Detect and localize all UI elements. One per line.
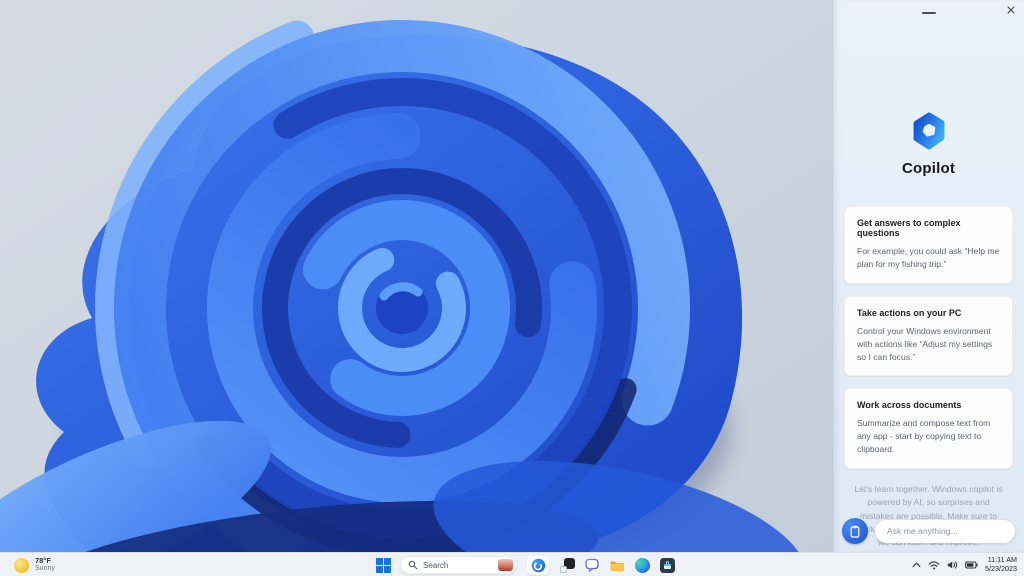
tray-network-button[interactable] [928,560,940,570]
windows-logo-icon [376,557,383,565]
card-body: For example, you could ask “Help me plan… [857,246,1000,269]
close-button[interactable] [1004,3,1018,17]
taskbar-center-icons: Search [376,553,675,576]
search-highlight-thumbnail [498,559,513,571]
taskbar-file-explorer-button[interactable] [609,557,625,573]
start-button[interactable] [376,557,391,573]
taskbar-chat-button[interactable] [584,557,600,573]
sun-icon [14,557,29,573]
card-title: Work across documents [857,400,962,411]
tray-battery-button[interactable] [965,561,978,569]
weather-temperature: 78°F [35,555,51,565]
weather-widget[interactable]: 78°F Sunny [14,553,55,576]
desktop-screen: Copilot Get answers to complex questions… [0,0,1024,576]
tray-overflow-button[interactable] [912,561,921,569]
copilot-panel: Copilot Get answers to complex questions… [832,0,1024,552]
ask-me-anything-input[interactable] [875,519,1015,543]
task-view-icon [559,557,575,573]
speaker-icon [947,561,958,569]
taskbar-copilot-button[interactable] [526,555,550,575]
microsoft-store-icon [659,557,675,573]
chat-bubble-icon [585,558,599,572]
copilot-suggestions: Get answers to complex questions For exa… [844,206,1013,550]
panel-title: Copilot [901,160,956,177]
card-body: Control your Windows environment with ac… [857,325,993,362]
search-placeholder: Search [423,560,449,570]
battery-icon [965,561,978,569]
copilot-logo-icon [910,112,948,150]
taskbar-search-box[interactable]: Search [400,556,517,574]
clipboard-suggestion-button[interactable] [842,518,868,544]
card-title: Get answers to complex questions [857,218,961,238]
taskbar-store-button[interactable] [659,557,675,573]
copilot-icon [531,558,545,572]
minimize-dash-icon [921,12,936,14]
suggestion-card-answers: Get answers to complex questions For exa… [844,206,1013,284]
taskbar-task-view-button[interactable] [559,557,575,573]
wifi-icon [928,561,940,570]
search-icon [408,560,418,570]
chevron-up-icon [912,562,921,567]
system-tray: 11:11 AM 5/23/2023 [912,553,1017,576]
taskbar-edge-button[interactable] [634,557,650,573]
bloom-wallpaper-art [0,0,832,552]
taskbar: 78°F Sunny Search 11:11 AM 5/23/2023 [0,552,1024,576]
tray-date: 5/23/2023 [985,564,1017,573]
clock-widget[interactable]: 11:11 AM 5/23/2023 [985,556,1017,573]
folder-icon [610,561,624,572]
card-body: Summarize and compose text from any app … [857,418,991,455]
desktop-wallpaper [0,0,832,552]
card-title: Take actions on your PC [857,307,962,318]
suggestion-card-actions: Take actions on your PC Control your Win… [844,295,1013,377]
copilot-input-row [842,518,1015,544]
weather-condition: Sunny [35,565,55,573]
close-icon [1007,6,1015,14]
clipboard-icon [850,525,860,538]
edge-browser-icon [634,557,650,573]
suggestion-card-documents: Work across documents Summarize and comp… [844,388,1013,470]
minimize-button[interactable] [918,6,940,16]
tray-volume-button[interactable] [947,560,958,570]
